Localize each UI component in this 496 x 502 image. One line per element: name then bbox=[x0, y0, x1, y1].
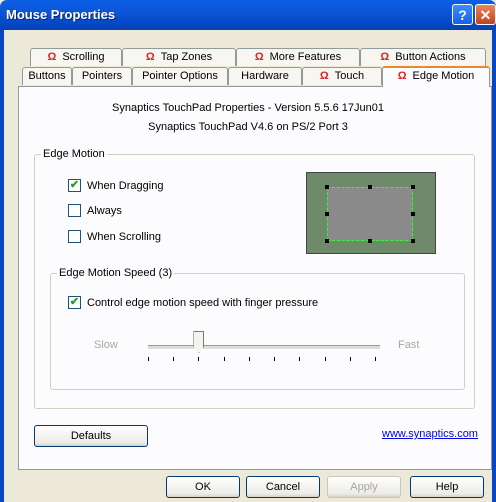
when-scrolling-label: When Scrolling bbox=[87, 230, 161, 243]
title-bar: Mouse Properties ? ✕ bbox=[0, 0, 496, 30]
edge-handle bbox=[411, 212, 415, 216]
slider-tick bbox=[324, 357, 326, 361]
when-dragging-label: When Dragging bbox=[87, 179, 164, 192]
edge-handle bbox=[325, 185, 329, 189]
edge-handle bbox=[368, 239, 372, 243]
help-button[interactable]: Help bbox=[410, 476, 484, 498]
slider-tick bbox=[223, 357, 225, 361]
tab-buttons[interactable]: Buttons bbox=[22, 67, 72, 85]
edge-motion-legend: Edge Motion bbox=[41, 148, 107, 160]
edge-handle bbox=[411, 185, 415, 189]
finger-pressure-checkbox[interactable]: ✔ bbox=[68, 296, 81, 309]
synaptics-icon: Ω bbox=[254, 51, 264, 63]
always-option[interactable]: Always bbox=[68, 204, 122, 217]
edge-motion-speed-group: Edge Motion Speed (3) bbox=[50, 267, 465, 390]
edge-handle bbox=[325, 239, 329, 243]
synaptics-icon: Ω bbox=[47, 51, 57, 63]
tab-touch[interactable]: Ω Touch bbox=[302, 67, 382, 85]
tab-label: Scrolling bbox=[62, 51, 105, 63]
synaptics-icon: Ω bbox=[145, 51, 155, 63]
defaults-button[interactable]: Defaults bbox=[34, 425, 148, 447]
tab-label: Edge Motion bbox=[412, 70, 475, 82]
tab-pointer-options[interactable]: Pointer Options bbox=[132, 67, 228, 85]
always-label: Always bbox=[87, 204, 122, 217]
fast-label: Fast bbox=[398, 339, 420, 351]
slider-tick bbox=[349, 357, 351, 361]
when-dragging-option[interactable]: ✔ When Dragging bbox=[68, 179, 163, 192]
finger-pressure-label: Control edge motion speed with finger pr… bbox=[87, 296, 319, 309]
slider-tick bbox=[148, 357, 149, 361]
slider-tick bbox=[274, 357, 276, 361]
edge-handle bbox=[325, 212, 329, 216]
window-title: Mouse Properties bbox=[6, 7, 116, 22]
apply-button[interactable]: Apply bbox=[327, 476, 401, 498]
window-frame-right bbox=[492, 30, 496, 502]
cancel-button[interactable]: Cancel bbox=[246, 476, 320, 498]
close-title-button[interactable]: ✕ bbox=[475, 4, 496, 25]
tab-tap-zones[interactable]: Ω Tap Zones bbox=[122, 48, 236, 66]
finger-pressure-option[interactable]: ✔ Control edge motion speed with finger … bbox=[68, 296, 318, 309]
synaptics-icon: Ω bbox=[319, 70, 329, 82]
version-line-1: Synaptics TouchPad Properties - Version … bbox=[112, 102, 384, 114]
help-title-button[interactable]: ? bbox=[452, 4, 473, 25]
synaptics-icon: Ω bbox=[397, 70, 407, 82]
when-scrolling-checkbox[interactable] bbox=[68, 230, 81, 243]
slider-tick bbox=[299, 357, 301, 361]
tab-pointers[interactable]: Pointers bbox=[72, 67, 132, 85]
speed-slider-track[interactable] bbox=[148, 345, 380, 350]
ok-button[interactable]: OK bbox=[166, 476, 240, 498]
slider-tick bbox=[375, 357, 376, 361]
tab-label: Touch bbox=[334, 70, 365, 82]
tab-label: Hardware bbox=[241, 70, 289, 82]
window-frame-left bbox=[0, 30, 4, 502]
tab-label: Pointer Options bbox=[142, 70, 218, 82]
slider-tick bbox=[198, 357, 200, 361]
edge-handle bbox=[411, 239, 415, 243]
tab-label: Tap Zones bbox=[160, 51, 213, 63]
tab-edge-motion[interactable]: Ω Edge Motion bbox=[382, 66, 490, 87]
version-line-2: Synaptics TouchPad V4.6 on PS/2 Port 3 bbox=[148, 121, 348, 133]
when-scrolling-option[interactable]: When Scrolling bbox=[68, 230, 161, 243]
tab-more-features[interactable]: Ω More Features bbox=[236, 48, 360, 66]
edge-motion-speed-legend: Edge Motion Speed (3) bbox=[57, 267, 175, 279]
tab-label: Pointers bbox=[81, 70, 123, 82]
slow-label: Slow bbox=[94, 339, 118, 351]
tab-label: Button Actions bbox=[395, 51, 466, 63]
tab-label: More Features bbox=[269, 51, 342, 63]
tab-label: Buttons bbox=[28, 70, 66, 82]
always-checkbox[interactable] bbox=[68, 204, 81, 217]
tab-scrolling[interactable]: Ω Scrolling bbox=[30, 48, 122, 66]
touchpad-active-area bbox=[327, 187, 413, 241]
edge-handle bbox=[368, 185, 372, 189]
touchpad-preview bbox=[306, 172, 436, 254]
synaptics-icon: Ω bbox=[380, 51, 390, 63]
tab-button-actions[interactable]: Ω Button Actions bbox=[360, 48, 486, 66]
tab-hardware[interactable]: Hardware bbox=[228, 67, 302, 85]
synaptics-link[interactable]: www.synaptics.com bbox=[382, 428, 478, 440]
when-dragging-checkbox[interactable]: ✔ bbox=[68, 179, 81, 192]
slider-tick bbox=[173, 357, 175, 361]
slider-tick bbox=[248, 357, 250, 361]
